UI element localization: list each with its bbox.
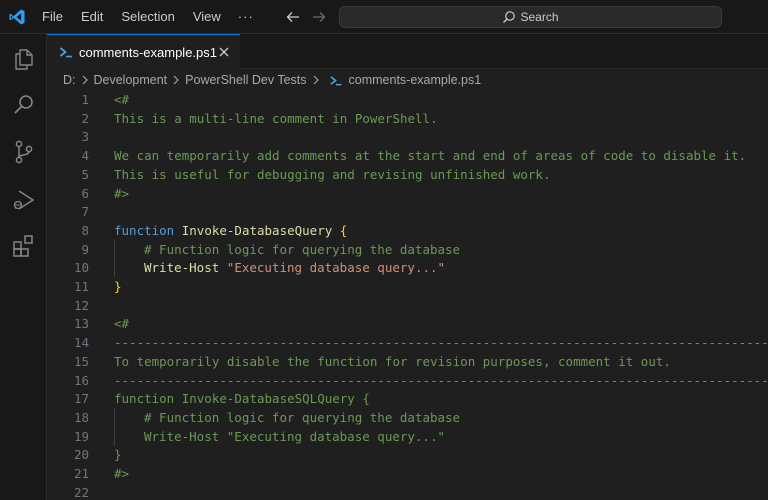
line-number: 21 <box>73 466 89 481</box>
chevron-right-icon <box>173 75 179 85</box>
breadcrumb-folder-development[interactable]: Development <box>94 73 168 87</box>
line-number: 1 <box>81 92 89 107</box>
code-line: 8 function Invoke-DatabaseQuery { <box>47 222 768 240</box>
search-icon <box>503 11 516 23</box>
source-control-icon[interactable] <box>11 139 37 165</box>
command-center-search[interactable]: Search <box>339 6 722 28</box>
code-text: ----------------------------------------… <box>114 335 768 351</box>
line-number: 20 <box>73 447 89 463</box>
title-bar: File Edit Selection View ··· Search <box>0 0 768 34</box>
line-number: 8 <box>81 222 89 238</box>
line-number: 9 <box>81 241 89 257</box>
code-line: 7 <box>47 203 768 221</box>
code-text: <# <box>114 92 130 107</box>
code-text: We can temporarily add comments at the s… <box>114 148 747 164</box>
line-number: 16 <box>73 372 89 388</box>
vscode-logo-icon[interactable] <box>8 8 26 26</box>
code-line: 9 # Function logic for querying the datab… <box>47 240 768 259</box>
line-number: 14 <box>73 335 89 351</box>
code-line: 14 --------------------------------------… <box>47 334 768 352</box>
line-number: 10 <box>73 260 89 276</box>
forward-arrow-icon[interactable] <box>310 8 328 26</box>
open-brace: { <box>339 222 348 238</box>
powershell-file-icon <box>329 75 342 85</box>
close-brace: } <box>114 279 122 294</box>
line-number: 12 <box>73 297 89 313</box>
search-view-icon[interactable] <box>11 92 37 118</box>
line-number: 22 <box>73 484 89 500</box>
code-text: ----------------------------------------… <box>114 372 768 388</box>
menu-view[interactable]: View <box>184 0 230 34</box>
line-number: 15 <box>73 353 89 369</box>
line-number: 7 <box>81 204 89 220</box>
cmdlet-write-host: Write-Host <box>144 260 220 276</box>
code-line: 12 <box>47 297 768 315</box>
line-number: 19 <box>73 428 89 444</box>
code-text: # Function logic for querying the databa… <box>144 409 461 425</box>
line-number: 3 <box>81 129 89 145</box>
back-arrow-icon[interactable] <box>284 8 302 26</box>
code-line: 17 function Invoke-DatabaseSQLQuery { <box>47 390 768 408</box>
menu-edit[interactable]: Edit <box>72 0 112 34</box>
menu-file[interactable]: File <box>33 0 72 34</box>
code-line: 5 This is useful for debugging and revisi… <box>47 166 768 184</box>
code-text: To temporarily disable the function for … <box>114 353 671 369</box>
activity-bar <box>0 34 47 500</box>
line-number: 11 <box>73 279 89 294</box>
code-line: 15 To temporarily disable the function fo… <box>47 353 768 371</box>
chevron-right-icon <box>313 75 319 85</box>
line-number: 13 <box>73 316 89 332</box>
code-line: 3 <box>47 128 768 146</box>
tab-label: comments-example.ps1 <box>79 44 217 60</box>
function-name: Invoke-DatabaseQuery <box>181 222 333 238</box>
code-line: 21 #> <box>47 465 768 483</box>
code-text: <# <box>114 316 130 332</box>
line-number: 17 <box>73 391 89 407</box>
line-number: 5 <box>81 166 89 182</box>
extensions-icon[interactable] <box>11 233 37 259</box>
code-editor[interactable]: 1 <# 2 This is a multi-line comment in Pow… <box>47 91 768 500</box>
code-text: Write-Host "Executing database query..." <box>144 428 446 444</box>
code-line: 16 --------------------------------------… <box>47 372 768 390</box>
code-line: 10 Write-Host "Executing database query..… <box>47 259 768 278</box>
code-line: 19 Write-Host "Executing database query..… <box>47 427 768 446</box>
breadcrumb-folder-powershell-dev-tests[interactable]: PowerShell Dev Tests <box>185 73 306 87</box>
code-text: This is a multi-line comment in PowerShe… <box>114 110 438 126</box>
code-line: 1 <# <box>47 91 768 109</box>
explorer-icon[interactable] <box>11 46 37 72</box>
menu-more-button[interactable]: ··· <box>230 0 264 34</box>
code-text: function Invoke-DatabaseSQLQuery { <box>114 391 370 407</box>
line-number: 6 <box>81 185 89 201</box>
search-label: Search <box>520 10 559 24</box>
menu-bar: File Edit Selection View ··· <box>33 0 264 34</box>
code-line: 22 <box>47 484 768 500</box>
code-line: 18 # Function logic for querying the data… <box>47 408 768 427</box>
code-line: 2 This is a multi-line comment in PowerSh… <box>47 110 768 128</box>
editor-tab-strip: comments-example.ps1 <box>47 34 768 69</box>
line-number: 18 <box>73 409 89 425</box>
line-number: 2 <box>81 110 89 126</box>
close-tab-icon[interactable] <box>216 44 232 60</box>
string-literal: "Executing database query..." <box>226 260 446 276</box>
code-line: 20} <box>47 446 768 464</box>
code-line: 6 #> <box>47 185 768 203</box>
chevron-right-icon <box>82 75 88 85</box>
code-text: This is useful for debugging and revisin… <box>114 166 551 182</box>
powershell-file-icon <box>59 47 72 58</box>
code-text: # Function logic for querying the databa… <box>144 241 461 257</box>
code-text: #> <box>114 185 130 201</box>
breadcrumb-drive[interactable]: D: <box>63 73 76 87</box>
breadcrumb: D: Development PowerShell Dev Tests comm… <box>47 69 768 91</box>
code-line: 11} <box>47 278 768 296</box>
run-and-debug-icon[interactable] <box>11 187 37 213</box>
code-text: } <box>114 447 122 463</box>
menu-selection[interactable]: Selection <box>112 0 183 34</box>
code-text: #> <box>114 466 130 481</box>
breadcrumb-file[interactable]: comments-example.ps1 <box>349 73 482 87</box>
line-number: 4 <box>81 148 89 164</box>
tab-comments-example[interactable]: comments-example.ps1 <box>47 34 240 69</box>
code-line: 4 We can temporarily add comments at the … <box>47 147 768 165</box>
keyword-function: function <box>114 222 175 238</box>
code-line: 13 <# <box>47 315 768 333</box>
